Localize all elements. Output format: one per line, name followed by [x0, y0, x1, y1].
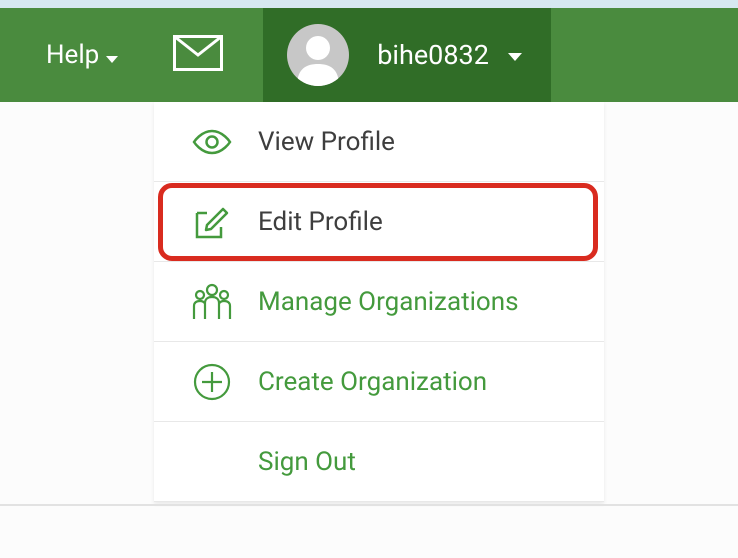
eye-icon — [190, 120, 234, 164]
footer-divider — [0, 504, 738, 506]
header-bar: Help bihe0832 — [0, 8, 738, 102]
edit-icon — [190, 200, 234, 244]
top-accent-bar — [0, 0, 738, 8]
messages-button[interactable] — [137, 8, 253, 102]
menu-item-label: Manage Organizations — [258, 287, 519, 317]
menu-item-label: Create Organization — [258, 367, 487, 397]
envelope-icon — [173, 35, 223, 75]
menu-item-label: Sign Out — [258, 447, 356, 477]
user-menu[interactable]: bihe0832 — [263, 8, 551, 102]
edit-profile-item[interactable]: Edit Profile — [154, 182, 604, 262]
avatar-icon — [287, 24, 349, 86]
menu-item-label: Edit Profile — [258, 207, 383, 237]
plus-circle-icon — [190, 360, 234, 404]
view-profile-item[interactable]: View Profile — [154, 102, 604, 182]
caret-down-icon — [105, 42, 119, 72]
sign-out-item[interactable]: Sign Out — [154, 422, 604, 502]
create-organization-item[interactable]: Create Organization — [154, 342, 604, 422]
help-label: Help — [46, 40, 99, 70]
manage-organizations-item[interactable]: Manage Organizations — [154, 262, 604, 342]
user-dropdown-menu: View Profile Edit Profile Manage Organiz… — [154, 102, 604, 502]
menu-item-label: View Profile — [258, 127, 395, 157]
caret-down-icon — [507, 48, 523, 67]
organization-icon — [190, 280, 234, 324]
help-menu[interactable]: Help — [0, 8, 137, 102]
spacer — [190, 440, 234, 484]
username-label: bihe0832 — [377, 39, 489, 71]
